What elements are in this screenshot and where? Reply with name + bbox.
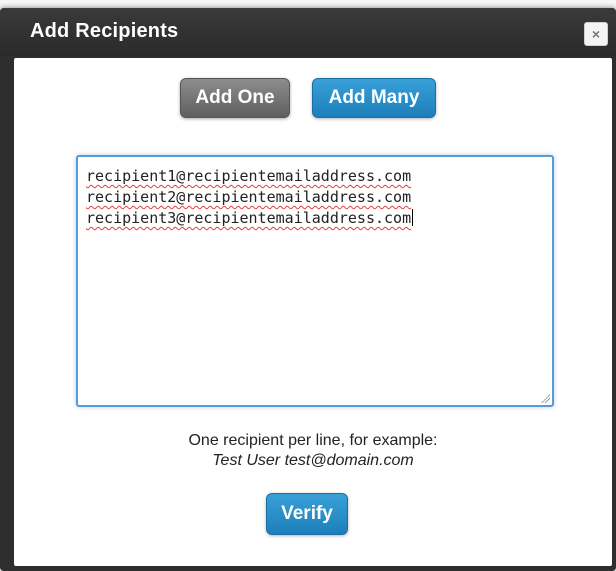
verify-button[interactable]: Verify (266, 493, 348, 535)
dialog-content: Add One Add Many recipient1@recipientema… (14, 58, 612, 566)
recipient-line-wrapper: recipient3@recipientemailaddress.com (86, 209, 414, 227)
hint-text: One recipient per line, for example: (188, 432, 438, 449)
mode-toggle: Add One Add Many (14, 78, 612, 118)
recipient-line: recipient1@recipientemailaddress.com (86, 167, 412, 185)
close-button[interactable]: × (584, 22, 608, 46)
close-icon: × (591, 26, 601, 42)
text-caret (412, 209, 414, 226)
dialog-title: Add Recipients (30, 20, 179, 42)
recipients-textarea[interactable]: recipient1@recipientemailaddress.com rec… (76, 155, 554, 407)
hint-example: Test User test@domain.com (212, 452, 414, 469)
add-recipients-dialog: Add Recipients × Add One Add Many recipi… (0, 8, 616, 571)
add-one-button[interactable]: Add One (180, 78, 290, 118)
resize-handle-icon[interactable] (540, 393, 550, 403)
recipient-line: recipient3@recipientemailaddress.com (86, 209, 412, 227)
add-many-button[interactable]: Add Many (312, 78, 436, 118)
dialog-titlebar: Add Recipients × (0, 8, 616, 56)
recipient-line: recipient2@recipientemailaddress.com (86, 188, 412, 206)
format-hint: One recipient per line, for example: Tes… (14, 431, 612, 471)
